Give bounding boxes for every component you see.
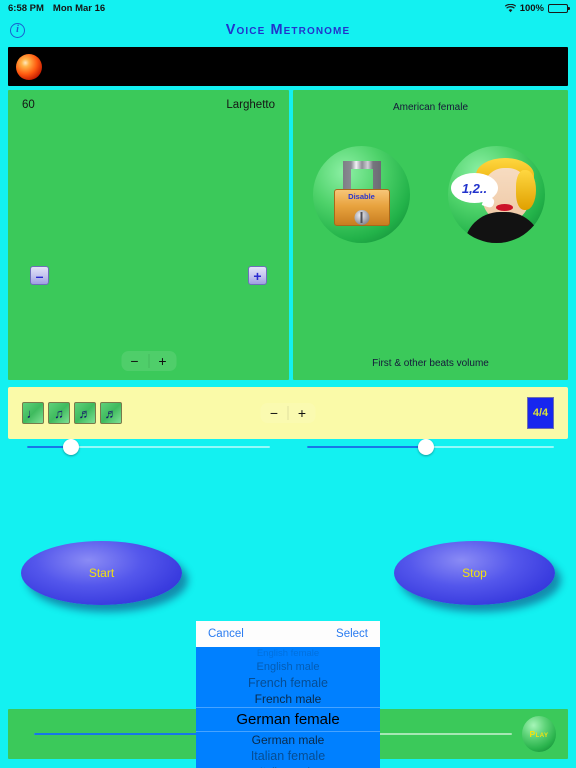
picker-item[interactable]: Italian male: [196, 765, 380, 768]
note-subdivision-group: ♩ ♫ ♬ ♬: [22, 402, 122, 424]
status-bar: 6:58 PM Mon Mar 16 100%: [0, 0, 576, 16]
volume-label: First & other beats volume: [372, 358, 489, 369]
picker-item[interactable]: Italian female: [196, 748, 380, 765]
status-right-cluster: 100%: [504, 2, 570, 14]
play-button[interactable]: Play: [522, 716, 556, 752]
bpm-value: 60: [22, 99, 35, 111]
voice-panel: American female Disable 1,2.. First & ot…: [293, 90, 568, 455]
triplet-notes-icon[interactable]: ♬: [74, 402, 96, 424]
quarter-note-icon[interactable]: ♩: [22, 402, 44, 424]
lock-body-icon: Disable: [333, 189, 390, 226]
tempo-slider[interactable]: [27, 438, 270, 456]
time-signature-button[interactable]: 4/4: [527, 397, 554, 429]
stop-button[interactable]: Stop: [394, 541, 555, 605]
tempo-decrease-button[interactable]: –: [30, 266, 49, 285]
tempo-stepper-plus[interactable]: +: [149, 351, 176, 371]
page-title: Voice Metronome: [225, 22, 351, 38]
picker-select-button[interactable]: Select: [336, 628, 368, 640]
picker-item[interactable]: English male: [196, 660, 380, 675]
beat-led-icon: [16, 53, 42, 80]
start-button[interactable]: Start: [21, 541, 182, 605]
picker-item-selected[interactable]: German female: [196, 707, 380, 732]
picker-item[interactable]: German male: [196, 732, 380, 748]
sixteenth-notes-icon[interactable]: ♬: [100, 402, 122, 424]
picker-option-list[interactable]: English female English male French femal…: [196, 647, 380, 768]
tempo-name-label: Larghetto: [226, 99, 275, 111]
beats-stepper-plus[interactable]: +: [289, 403, 316, 423]
avatar-hair-side-icon: [516, 170, 536, 210]
beats-stepper-minus[interactable]: −: [261, 403, 288, 423]
tempo-stepper-minus[interactable]: −: [121, 351, 148, 371]
picker-item[interactable]: French male: [196, 691, 380, 707]
tempo-increase-button[interactable]: +: [248, 266, 267, 285]
main-panels: 60 Larghetto – + − + American female Dis…: [8, 90, 568, 455]
tempo-slider-thumb[interactable]: [62, 439, 79, 455]
battery-icon: [548, 3, 570, 13]
voice-picker-modal: Cancel Select English female English mal…: [196, 621, 380, 768]
voice-select-button[interactable]: 1,2..: [448, 146, 545, 243]
subdivision-bar: ♩ ♫ ♬ ♬ − + 4/4: [8, 387, 568, 439]
avatar-lips-icon: [496, 204, 513, 211]
voice-name-label: American female: [392, 102, 469, 113]
picker-item[interactable]: French female: [196, 675, 380, 692]
nav-bar: i Voice Metronome: [0, 16, 576, 44]
lock-keyhole-icon: [354, 210, 369, 225]
speech-bubble: 1,2..: [451, 173, 498, 203]
eighth-notes-icon[interactable]: ♫: [48, 402, 70, 424]
status-time: 6:58 PM: [8, 2, 44, 14]
wifi-icon: [504, 3, 516, 13]
other-beats-slider-thumb[interactable]: [417, 439, 434, 455]
picker-item[interactable]: English female: [196, 648, 380, 660]
lock-disable-button[interactable]: Disable: [313, 146, 410, 243]
beat-indicator-bar: [8, 47, 568, 86]
lock-label: Disable: [348, 192, 375, 201]
other-beats-volume-slider[interactable]: [307, 438, 554, 456]
beats-stepper[interactable]: − +: [260, 403, 316, 423]
tempo-stepper[interactable]: − +: [121, 351, 176, 371]
picker-toolbar: Cancel Select: [196, 621, 380, 647]
battery-percent: 100%: [519, 2, 544, 14]
picker-cancel-button[interactable]: Cancel: [208, 628, 244, 640]
avatar-body-icon: [464, 212, 542, 243]
tempo-panel: 60 Larghetto – + − +: [8, 90, 289, 455]
status-date: Mon Mar 16: [52, 2, 106, 14]
other-beats-slider-fill: [307, 446, 426, 448]
